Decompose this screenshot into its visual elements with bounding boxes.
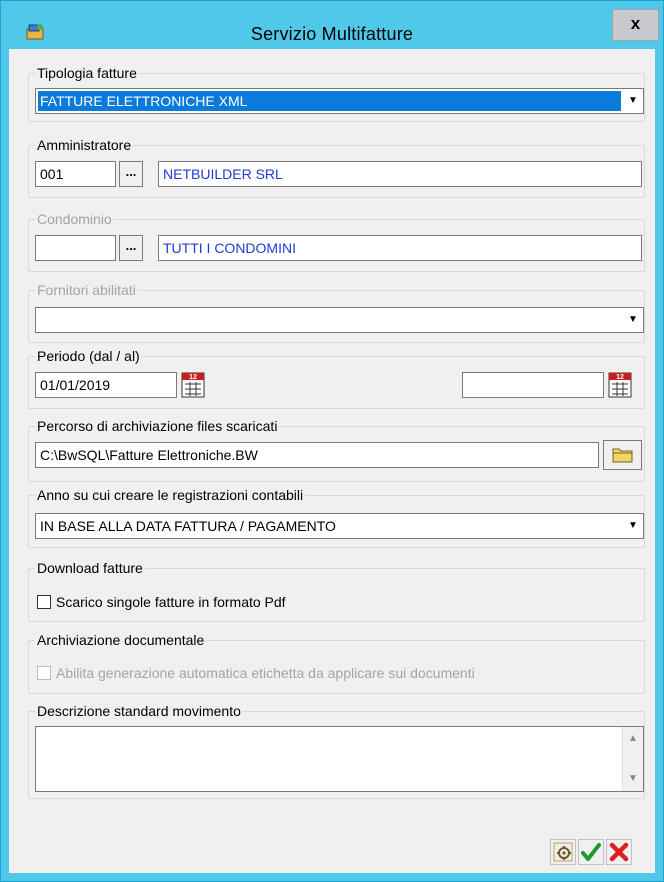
scroll-up-icon[interactable]: ▲: [623, 729, 643, 749]
gear-icon: [553, 842, 573, 862]
settings-button[interactable]: [550, 839, 576, 865]
dialog-body: Tipologia fatture FATTURE ELETTRONICHE X…: [9, 49, 655, 873]
window-title: Servizio Multifatture: [250, 24, 414, 44]
browse-folder-button[interactable]: [603, 440, 642, 470]
download-group: Download fatture Scarico singole fatture…: [28, 560, 645, 622]
descrizione-group: Descrizione standard movimento ▲ ▼: [28, 703, 645, 799]
check-icon: [581, 843, 601, 861]
tipologia-legend: Tipologia fatture: [35, 65, 139, 81]
scarico-pdf-label[interactable]: Scarico singole fatture in formato Pdf: [56, 594, 286, 610]
calendar-icon[interactable]: 12: [181, 372, 205, 398]
condominio-name-field: TUTTI I CONDOMINI: [158, 235, 642, 261]
anno-select[interactable]: IN BASE ALLA DATA FATTURA / PAGAMENTO ▼: [35, 513, 644, 539]
dialog-window: Servizio Multifatture x Tipologia fattur…: [0, 0, 664, 882]
periodo-to-input[interactable]: [462, 372, 604, 398]
periodo-group: Periodo (dal / al) 01/01/2019 12 12: [28, 348, 645, 409]
etichetta-label: Abilita generazione automatica etichetta…: [56, 665, 475, 681]
calendar-icon[interactable]: 12: [608, 372, 632, 398]
amministratore-code-input[interactable]: 001: [35, 161, 116, 187]
fornitori-legend: Fornitori abilitati: [35, 282, 138, 298]
fornitori-select[interactable]: ▼: [35, 307, 644, 333]
tipologia-select[interactable]: FATTURE ELETTRONICHE XML ▼: [35, 88, 644, 114]
periodo-from-input[interactable]: 01/01/2019: [35, 372, 177, 398]
svg-text:12: 12: [189, 374, 197, 381]
condominio-code-input[interactable]: [35, 235, 116, 261]
archiviazione-group: Archiviazione documentale Abilita genera…: [28, 632, 645, 694]
descrizione-scrollbar[interactable]: ▲ ▼: [622, 727, 643, 791]
scarico-pdf-checkbox[interactable]: [37, 595, 51, 609]
chevron-down-icon[interactable]: ▼: [623, 89, 643, 113]
amministratore-lookup-button[interactable]: ...: [119, 161, 143, 187]
fornitori-group: Fornitori abilitati ▼: [28, 282, 645, 343]
anno-legend: Anno su cui creare le registrazioni cont…: [35, 487, 306, 503]
close-button[interactable]: x: [612, 9, 659, 41]
confirm-button[interactable]: [578, 839, 604, 865]
tipologia-group: Tipologia fatture FATTURE ELETTRONICHE X…: [28, 65, 645, 122]
title-bar[interactable]: Servizio Multifatture x: [1, 1, 663, 49]
folder-icon: [612, 448, 633, 463]
tipologia-selected-value: FATTURE ELETTRONICHE XML: [38, 91, 621, 111]
amministratore-group: Amministratore 001 ... NETBUILDER SRL: [28, 137, 645, 198]
cancel-button[interactable]: [606, 839, 632, 865]
archiviazione-legend: Archiviazione documentale: [35, 632, 207, 648]
chevron-down-icon[interactable]: ▼: [623, 308, 643, 332]
percorso-legend: Percorso di archiviazione files scaricat…: [35, 418, 280, 434]
anno-group: Anno su cui creare le registrazioni cont…: [28, 487, 645, 548]
percorso-group: Percorso di archiviazione files scaricat…: [28, 418, 645, 482]
condominio-legend: Condominio: [35, 211, 114, 227]
percorso-input[interactable]: C:\BwSQL\Fatture Elettroniche.BW: [35, 442, 599, 468]
scroll-down-icon[interactable]: ▼: [623, 769, 643, 789]
anno-selected-value: IN BASE ALLA DATA FATTURA / PAGAMENTO: [40, 518, 336, 534]
svg-text:12: 12: [616, 374, 624, 381]
amministratore-legend: Amministratore: [35, 137, 134, 153]
condominio-lookup-button[interactable]: ...: [119, 235, 143, 261]
periodo-legend: Periodo (dal / al): [35, 348, 142, 364]
descrizione-legend: Descrizione standard movimento: [35, 703, 243, 719]
descrizione-textarea[interactable]: ▲ ▼: [35, 726, 644, 792]
condominio-group: Condominio ... TUTTI I CONDOMINI: [28, 211, 645, 272]
etichetta-checkbox[interactable]: [37, 666, 51, 680]
amministratore-name-field: NETBUILDER SRL: [158, 161, 642, 187]
download-legend: Download fatture: [35, 560, 145, 576]
cross-icon: [609, 842, 629, 862]
chevron-down-icon[interactable]: ▼: [623, 514, 643, 538]
